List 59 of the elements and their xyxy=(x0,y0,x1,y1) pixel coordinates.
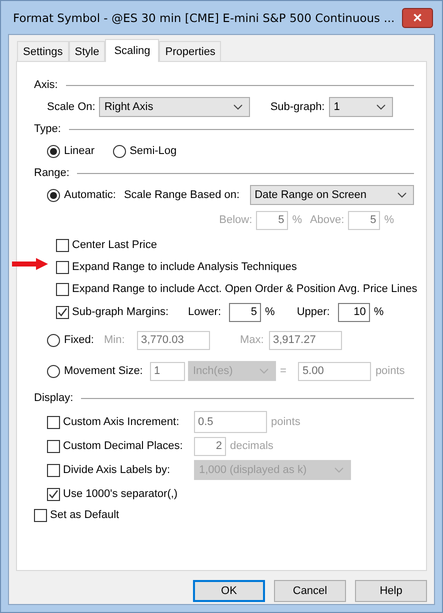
field-label: Sub-graph: xyxy=(270,101,325,113)
checkbox[interactable] xyxy=(56,282,69,296)
checkbox-label[interactable]: Center Last Price xyxy=(72,239,157,251)
checkbox-label[interactable]: Set as Default xyxy=(50,509,120,521)
field-label: Lower: xyxy=(188,306,222,318)
window-title: Format Symbol - @ES 30 min [CME] E-mini S&P 500 Continuous ... xyxy=(13,10,395,24)
radio-label[interactable]: Linear xyxy=(64,145,95,157)
tab[interactable]: Settings xyxy=(17,41,69,61)
dropdown[interactable]: 1 xyxy=(328,97,393,117)
unit-label: % xyxy=(374,306,384,318)
field-label: Scale Range Based on: xyxy=(124,189,240,201)
field-label: Max: xyxy=(240,334,265,346)
radio-button[interactable] xyxy=(112,144,126,158)
checkbox[interactable] xyxy=(56,306,69,318)
tab[interactable]: Style xyxy=(68,41,106,61)
unit-label: points xyxy=(375,365,405,377)
unit-label: % xyxy=(384,214,394,226)
section-label: Axis: xyxy=(34,79,58,91)
dropdown[interactable]: Date Range on Screen xyxy=(250,185,414,205)
checkbox[interactable] xyxy=(47,488,60,500)
number-field[interactable]: 10 xyxy=(338,302,370,322)
radio-label[interactable]: Automatic: xyxy=(64,189,116,201)
section-label: Range: xyxy=(34,167,70,179)
checkbox[interactable] xyxy=(56,260,69,274)
caret-icon xyxy=(233,104,244,110)
tab[interactable]: Properties xyxy=(159,41,222,61)
field-label: Min: xyxy=(104,334,126,346)
caret-icon xyxy=(376,104,386,110)
equals-sign: = xyxy=(280,365,286,377)
checkbox[interactable] xyxy=(34,508,47,522)
unit-label: % xyxy=(292,214,302,226)
section-label: Display: xyxy=(34,392,74,404)
unit-label: decimals xyxy=(230,440,274,452)
field-label: Below: xyxy=(219,214,252,226)
caret-icon xyxy=(259,368,269,374)
checkbox-label[interactable]: Expand Range to include Analysis Techniques xyxy=(72,261,297,273)
field-label: Scale On: xyxy=(47,101,96,113)
radio-button[interactable] xyxy=(47,188,60,202)
radio-button[interactable] xyxy=(47,144,60,158)
field-label: Upper: xyxy=(296,306,330,318)
checkbox-label[interactable]: Use 1000's separator(,) xyxy=(63,488,178,500)
annotation-arrow xyxy=(12,258,48,270)
dialog-button[interactable]: OK xyxy=(193,580,265,602)
caret-icon xyxy=(334,467,344,473)
radio-label[interactable]: Semi-Log xyxy=(130,145,177,157)
checkbox-label[interactable]: Expand Range to include Acct. Open Order & Position Avg. Price Lines xyxy=(72,283,418,295)
caret-icon xyxy=(397,192,407,198)
dropdown[interactable]: Right Axis xyxy=(99,97,250,117)
tab[interactable]: Scaling xyxy=(105,39,160,62)
close-button[interactable]: ✕ xyxy=(402,8,433,28)
number-field[interactable]: 5 xyxy=(229,302,262,322)
dialog-button[interactable]: Help xyxy=(355,580,427,602)
dialog-button[interactable]: Cancel xyxy=(274,580,346,602)
field-label: Above: xyxy=(310,214,344,226)
unit-label: points xyxy=(271,416,300,428)
checkbox-label[interactable]: Sub-graph Margins: xyxy=(72,306,182,318)
section-label: Type: xyxy=(34,123,61,135)
checkbox[interactable] xyxy=(56,238,69,252)
unit-label: % xyxy=(265,306,275,318)
